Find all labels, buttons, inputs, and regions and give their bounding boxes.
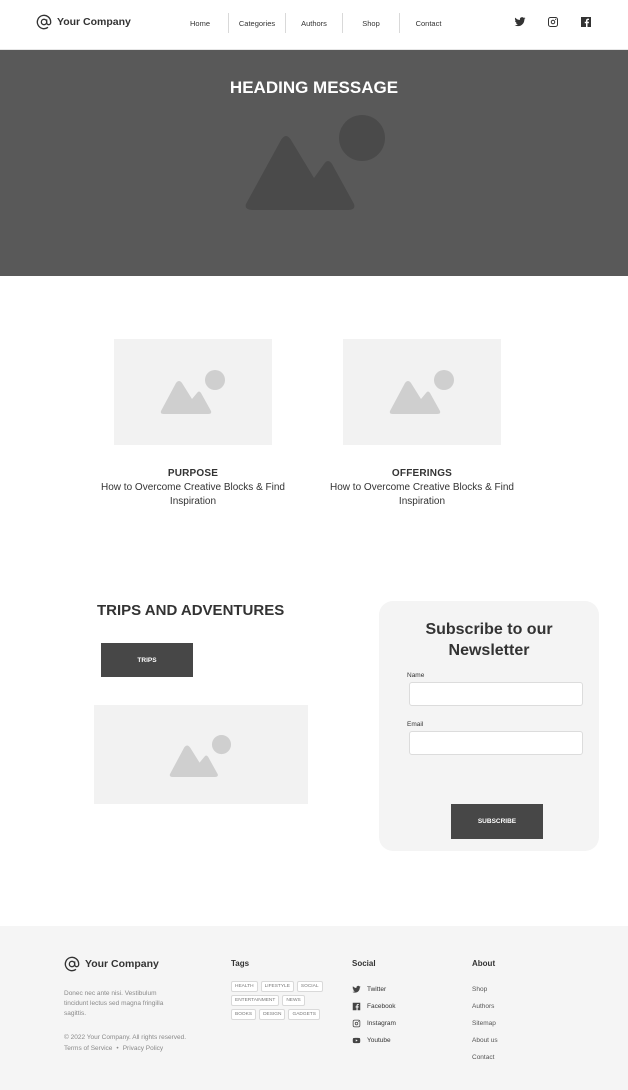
nav-home[interactable]: Home: [172, 13, 229, 33]
tag[interactable]: LIFESTYLE: [260, 981, 294, 992]
nav-categories[interactable]: Categories: [229, 13, 286, 33]
card-image: [343, 339, 501, 445]
terms-link[interactable]: Terms of Service: [64, 1045, 112, 1052]
card-title: OFFERINGS: [391, 468, 453, 479]
trips-heading: TRIPS AND ADVENTURES: [97, 602, 285, 619]
site-header: Your Company Home Categories Authors Sho…: [0, 0, 628, 50]
social-list: Twitter Facebook Instagram Youtube: [352, 981, 396, 1049]
image-placeholder-icon: [160, 370, 225, 414]
hero-heading: HEADING MESSAGE: [229, 78, 399, 97]
tag[interactable]: BOOKS: [231, 1009, 257, 1020]
email-field[interactable]: [409, 731, 583, 755]
about-heading: About: [472, 959, 496, 968]
name-label: Name: [407, 672, 425, 679]
newsletter-panel: Subscribe to our Newsletter Name Email S…: [379, 601, 599, 851]
about-link-contact[interactable]: Contact: [472, 1049, 498, 1066]
site-footer: Your Company Donec nec ante nisi. Vestib…: [0, 926, 628, 1090]
footer-logo-text: Your Company: [85, 958, 159, 970]
tag[interactable]: SOCIAL: [296, 981, 323, 992]
twitter-icon[interactable]: [514, 16, 526, 28]
at-sign-icon: [64, 956, 80, 972]
instagram-icon[interactable]: [547, 16, 559, 28]
about-link-sitemap[interactable]: Sitemap: [472, 1015, 498, 1032]
facebook-icon: [352, 1002, 361, 1011]
tag[interactable]: DESIGN: [259, 1009, 286, 1020]
facebook-icon[interactable]: [580, 16, 592, 28]
social-facebook[interactable]: Facebook: [352, 998, 396, 1015]
trips-button[interactable]: TRIPS: [101, 643, 193, 677]
at-sign-icon: [36, 14, 52, 30]
card-purpose: PURPOSE How to Overcome Creative Blocks …: [93, 339, 293, 509]
card-title: PURPOSE: [167, 468, 219, 479]
logo-text: Your Company: [57, 16, 131, 28]
image-placeholder-icon: [245, 115, 385, 210]
youtube-icon: [352, 1037, 361, 1044]
card-offerings: OFFERINGS How to Overcome Creative Block…: [322, 339, 522, 509]
email-label: Email: [407, 721, 424, 728]
hero-banner: HEADING MESSAGE: [0, 50, 628, 276]
about-link-shop[interactable]: Shop: [472, 981, 498, 998]
legal-links: Terms of Service • Privacy Policy: [64, 1045, 163, 1052]
nav-contact[interactable]: Contact: [400, 13, 457, 33]
footer-description: Donec nec ante nisi. Vestibulum tincidun…: [64, 990, 164, 1017]
privacy-link[interactable]: Privacy Policy: [123, 1045, 163, 1052]
social-label: Twitter: [367, 986, 387, 993]
social-label: Youtube: [367, 1037, 391, 1044]
name-field[interactable]: [409, 682, 583, 706]
tags-heading: Tags: [231, 959, 250, 968]
social-label: Facebook: [367, 1003, 396, 1010]
tag[interactable]: GADGETS: [288, 1009, 320, 1020]
image-placeholder-icon: [389, 370, 454, 414]
header-logo[interactable]: Your Company: [36, 14, 131, 30]
nav-authors[interactable]: Authors: [286, 13, 343, 33]
subscribe-button[interactable]: SUBSCRIBE: [451, 804, 543, 839]
instagram-icon: [352, 1019, 361, 1028]
tag[interactable]: ENTERTAINMENT: [231, 995, 280, 1006]
social-instagram[interactable]: Instagram: [352, 1015, 396, 1032]
card-text: How to Overcome Creative Blocks & Find I…: [101, 482, 285, 507]
social-youtube[interactable]: Youtube: [352, 1032, 396, 1049]
newsletter-title: Subscribe to our Newsletter: [425, 621, 553, 659]
separator: •: [116, 1045, 119, 1052]
card-image: [114, 339, 272, 445]
main-nav: Home Categories Authors Shop Contact: [172, 13, 457, 33]
trips-image: [94, 705, 308, 804]
twitter-icon: [352, 985, 361, 993]
about-link-about-us[interactable]: About us: [472, 1032, 498, 1049]
about-links: Shop Authors Sitemap About us Contact: [472, 981, 498, 1066]
social-heading: Social: [352, 959, 376, 968]
about-link-authors[interactable]: Authors: [472, 998, 498, 1015]
header-social: [514, 16, 592, 28]
tag[interactable]: HEALTH: [231, 981, 258, 992]
copyright: © 2022 Your Company. All rights reserved…: [64, 1034, 187, 1041]
tag[interactable]: NEWS: [282, 995, 305, 1006]
footer-logo[interactable]: Your Company: [64, 956, 159, 972]
social-label: Instagram: [367, 1020, 396, 1027]
card-text: How to Overcome Creative Blocks & Find I…: [330, 482, 514, 507]
image-placeholder-icon: [169, 734, 232, 777]
tag-list: HEALTH LIFESTYLE SOCIAL ENTERTAINMENT NE…: [231, 981, 331, 1020]
social-twitter[interactable]: Twitter: [352, 981, 396, 998]
nav-shop[interactable]: Shop: [343, 13, 400, 33]
